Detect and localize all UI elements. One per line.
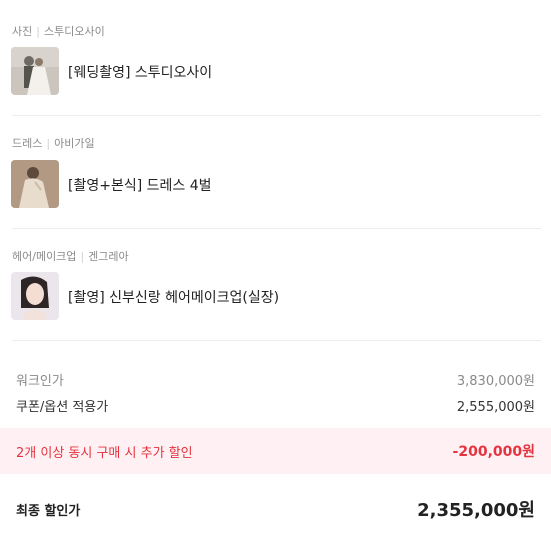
item-category: 헤어/메이크업 bbox=[12, 250, 77, 263]
bundle-discount-label: 2개 이상 동시 구매 시 추가 할인 bbox=[16, 446, 193, 461]
hair-makeup-photo-image bbox=[11, 272, 59, 320]
item-thumbnail[interactable] bbox=[11, 160, 59, 208]
final-price-value: 2,355,000원 bbox=[417, 500, 535, 521]
meta-separator: | bbox=[36, 25, 40, 38]
package-item-dress[interactable]: 드레스 | 아비가일 [촬영+본식] 드레스 4벌 bbox=[0, 116, 541, 229]
bundle-discount-row: 2개 이상 동시 구매 시 추가 할인 -200,000원 bbox=[0, 428, 551, 474]
list-price-row: 워크인가 3,830,000원 bbox=[16, 370, 535, 389]
wedding-photo-image bbox=[11, 47, 59, 95]
item-title[interactable]: [촬영] 신부신랑 헤어메이크업(실장) bbox=[68, 287, 279, 307]
bundle-discount-value: -200,000원 bbox=[452, 444, 535, 460]
package-item-hair-makeup[interactable]: 헤어/메이크업 | 겐그레아 [촬영] 신부신랑 헤어메이크업(실장) bbox=[0, 229, 541, 341]
coupon-price-row: 쿠폰/옵션 적용가 2,555,000원 bbox=[16, 396, 535, 415]
list-price-value: 3,830,000원 bbox=[456, 374, 535, 389]
meta-separator: | bbox=[80, 250, 85, 263]
item-vendor: 스투디오사이 bbox=[43, 25, 105, 38]
package-item-photo[interactable]: 사진 | 스투디오사이 [웨딩촬영] 스투디오사이 bbox=[0, 0, 541, 116]
meta-separator: | bbox=[46, 137, 51, 150]
item-meta: 헤어/메이크업 | 겐그레아 bbox=[12, 248, 129, 264]
coupon-price-value: 2,555,000원 bbox=[456, 400, 535, 415]
coupon-price-label: 쿠폰/옵션 적용가 bbox=[16, 400, 109, 415]
item-title[interactable]: [웨딩촬영] 스투디오사이 bbox=[68, 62, 212, 82]
final-price-row: 최종 할인가 2,355,000원 bbox=[16, 496, 535, 522]
list-price-label: 워크인가 bbox=[16, 374, 64, 389]
item-meta: 드레스 | 아비가일 bbox=[12, 135, 95, 151]
dress-photo-image bbox=[11, 160, 59, 208]
item-category: 드레스 bbox=[12, 137, 43, 150]
final-price-label: 최종 할인가 bbox=[16, 503, 81, 519]
item-title[interactable]: [촬영+본식] 드레스 4벌 bbox=[68, 175, 212, 195]
item-thumbnail[interactable] bbox=[11, 47, 59, 95]
package-summary: 사진 | 스투디오사이 [웨딩촬영] 스투디오사이 드레스 | 아비가일 [촬영… bbox=[0, 0, 551, 534]
item-thumbnail[interactable] bbox=[11, 272, 59, 320]
item-category: 사진 bbox=[12, 25, 33, 38]
item-vendor: 겐그레아 bbox=[88, 250, 129, 263]
item-meta: 사진 | 스투디오사이 bbox=[12, 23, 105, 39]
item-vendor: 아비가일 bbox=[54, 137, 95, 150]
item-divider bbox=[12, 340, 541, 341]
